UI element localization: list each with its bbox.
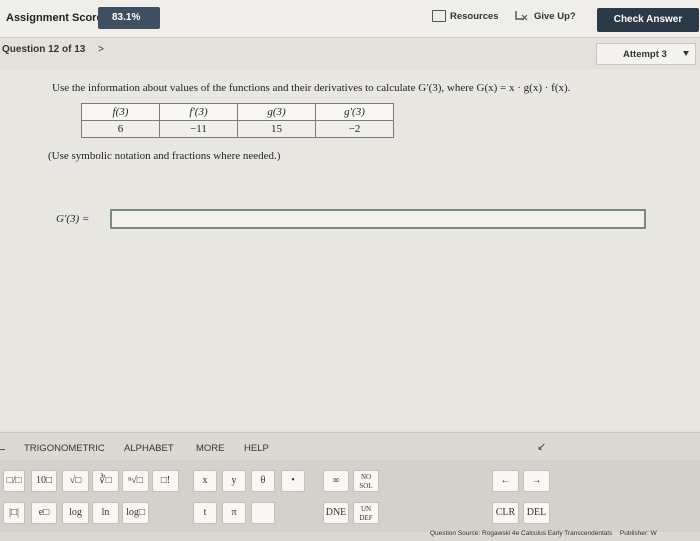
give-up-label: Give Up? <box>534 10 576 22</box>
right-arrow-key[interactable]: → <box>523 470 550 492</box>
no-solution-key[interactable]: NO SOL <box>353 470 379 492</box>
table-header-row: f(3) f′(3) g(3) g′(3) <box>81 103 394 121</box>
absolute-value-key[interactable]: |□| <box>3 502 25 524</box>
t-variable-key[interactable]: t <box>193 502 217 524</box>
values-table: f(3) f′(3) g(3) g′(3) 6 −11 15 −2 <box>81 103 394 138</box>
fraction-key[interactable]: □/□ <box>3 470 25 492</box>
table-header-cell: f′(3) <box>159 103 238 121</box>
answer-input[interactable] <box>110 209 646 229</box>
check-answer-button[interactable]: Check Answer <box>597 8 699 32</box>
keypad-tabs: TRIGONOMETRIC ALPHABET MORE HELP <box>0 438 700 458</box>
nth-root-key[interactable]: ⁿ√□ <box>122 470 149 492</box>
log-base-key[interactable]: log□ <box>122 502 149 524</box>
assignment-score-label: Assignment Score: <box>6 12 107 24</box>
resources-button[interactable]: Resources <box>432 10 499 22</box>
table-header-cell: f(3) <box>81 103 160 121</box>
delete-key[interactable]: DEL <box>523 502 550 524</box>
notation-note: (Use symbolic notation and fractions whe… <box>48 150 281 162</box>
clear-key[interactable]: CLR <box>492 502 519 524</box>
give-up-icon <box>515 11 528 21</box>
table-row: 6 −11 15 −2 <box>81 120 394 138</box>
question-instruction: Use the information about values of the … <box>52 82 571 94</box>
top-bar: Assignment Score: 83.1% Resources Give U… <box>0 0 700 38</box>
left-arrow-key[interactable]: ← <box>492 470 519 492</box>
y-variable-key[interactable]: y <box>222 470 246 492</box>
tab-help[interactable]: HELP <box>244 443 269 454</box>
tab-trigonometric[interactable]: TRIGONOMETRIC <box>24 443 105 454</box>
attempt-label: Attempt 3 <box>623 49 667 60</box>
cube-root-key[interactable]: ∛□ <box>92 470 119 492</box>
assignment-score-value: 83.1% <box>98 7 160 29</box>
question-counter: Question 12 of 13 <box>2 44 86 55</box>
publisher-text: Publisher: W <box>619 530 657 537</box>
table-cell: 15 <box>237 120 316 138</box>
answer-label: G′(3) = <box>56 213 90 225</box>
attempt-dropdown[interactable]: Attempt 3 <box>596 43 696 65</box>
factorial-key[interactable]: □! <box>152 470 179 492</box>
dot-key[interactable]: • <box>281 470 305 492</box>
resources-icon <box>432 10 446 22</box>
table-header-cell: g′(3) <box>315 103 394 121</box>
exponential-key[interactable]: e□ <box>31 502 57 524</box>
blank-key[interactable] <box>251 502 275 524</box>
table-cell: −11 <box>159 120 238 138</box>
question-header: Question 12 of 13 > <box>2 44 104 55</box>
pi-key[interactable]: π <box>222 502 246 524</box>
question-source: Question Source: Rogawski 4e Calculus Ea… <box>430 530 657 537</box>
x-variable-key[interactable]: x <box>193 470 217 492</box>
chevron-down-icon <box>683 51 689 56</box>
resources-label: Resources <box>450 10 499 22</box>
tab-more[interactable]: MORE <box>196 443 225 454</box>
tab-edge-divider <box>0 449 5 450</box>
table-header-cell: g(3) <box>237 103 316 121</box>
table-cell: −2 <box>315 120 394 138</box>
infinity-key[interactable]: ∞ <box>323 470 349 492</box>
tab-alphabet[interactable]: ALPHABET <box>124 443 174 454</box>
square-root-key[interactable]: √□ <box>62 470 89 492</box>
collapse-keypad-icon[interactable]: ↙ <box>537 440 546 453</box>
next-question-icon[interactable]: > <box>98 44 104 55</box>
theta-key[interactable]: θ <box>251 470 275 492</box>
give-up-button[interactable]: Give Up? <box>514 9 576 23</box>
log-key[interactable]: log <box>62 502 89 524</box>
power-of-ten-key[interactable]: 10□ <box>31 470 57 492</box>
dne-key[interactable]: DNE <box>323 502 349 524</box>
natural-log-key[interactable]: ln <box>92 502 119 524</box>
undefined-key[interactable]: UN DEF <box>353 502 379 524</box>
table-cell: 6 <box>81 120 160 138</box>
question-source-text: Question Source: Rogawski 4e Calculus Ea… <box>430 530 613 537</box>
